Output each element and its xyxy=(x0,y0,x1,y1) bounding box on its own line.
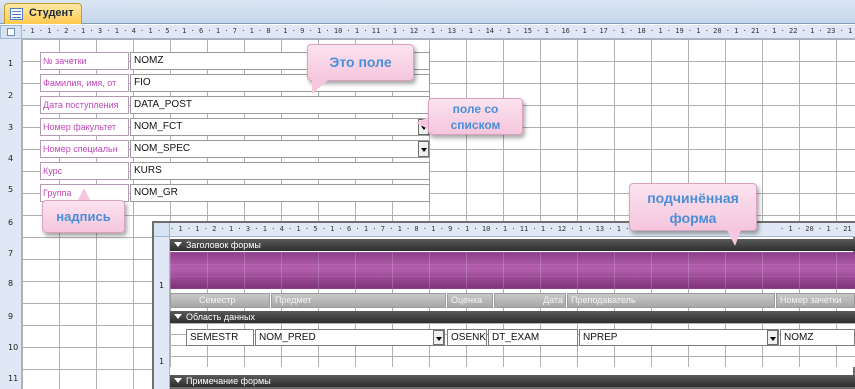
ruler-mark: 8 xyxy=(8,279,14,288)
combo-nprep[interactable]: NPREP xyxy=(579,329,779,346)
form-header-background xyxy=(170,252,855,289)
subform-selector[interactable] xyxy=(154,223,170,237)
callout-combo: поле со списком xyxy=(428,98,523,135)
section-form-footer[interactable]: Примечание формы xyxy=(170,375,855,387)
ruler-mark: 4 xyxy=(8,154,14,163)
subform-ruler-left: · 1 · 1 · 2 · 1 · 3 · 1 · 4 · 1 · 5 · 1 … xyxy=(170,225,659,233)
label-semestr[interactable]: Семестр xyxy=(170,293,270,308)
field-kurs[interactable]: KURS xyxy=(130,162,430,180)
callout-field-text: Это поле xyxy=(329,54,392,70)
field-osenka[interactable]: OSENKA xyxy=(447,329,487,346)
section-detail[interactable]: Область данных xyxy=(170,311,855,323)
combo-nom-pred[interactable]: NOM_PRED xyxy=(255,329,445,346)
callout-combo-line1: поле со xyxy=(452,102,499,116)
subform-ruler-right: · 1 · 20 · 1 · 21 · 1 · 22 xyxy=(780,223,855,235)
subform-vertical-ruler: 1 1 xyxy=(154,237,170,389)
field-semestr[interactable]: SEMESTR xyxy=(186,329,254,346)
dropdown-arrow-icon[interactable] xyxy=(433,330,444,345)
callout-tail xyxy=(78,188,90,200)
callout-subform-line1: подчинённая xyxy=(647,190,739,206)
tab-title: Студент xyxy=(29,7,74,19)
field-data-post[interactable]: DATA_POST xyxy=(130,96,430,114)
form-selector[interactable] xyxy=(0,25,22,39)
callout-field: Это поле xyxy=(307,44,414,81)
subform-control[interactable]: · 1 · 1 · 2 · 1 · 3 · 1 · 4 · 1 · 5 · 1 … xyxy=(152,221,855,389)
label-fio[interactable]: Фамилия, имя, от xyxy=(40,74,129,92)
ruler-mark: 3 xyxy=(8,123,14,132)
document-tab-bar: Студент xyxy=(0,0,855,24)
label-ocenka[interactable]: Оценка xyxy=(447,293,493,308)
label-kurs[interactable]: Курс xyxy=(40,162,129,180)
label-nom-spec[interactable]: Номер специальн xyxy=(40,140,129,158)
combo-nom-fct[interactable]: NOM_FCT xyxy=(130,118,430,136)
vertical-ruler[interactable]: 1 2 3 4 5 6 7 8 9 10 11 xyxy=(0,39,22,389)
ruler-mark: 6 xyxy=(8,218,14,227)
section-form-header[interactable]: Заголовок формы xyxy=(170,239,855,251)
ruler-mark: 10 xyxy=(8,343,19,352)
callout-tail xyxy=(312,80,328,94)
header-labels-row: Семестр Предмет Оценка Дата Преподавател… xyxy=(170,289,855,311)
label-prepodavatel[interactable]: Преподаватель xyxy=(567,293,775,308)
ruler-mark: 7 xyxy=(8,249,14,258)
tab-student-form[interactable]: Студент xyxy=(4,3,82,24)
callout-subform-line2: форма xyxy=(669,210,717,226)
callout-combo-line2: списком xyxy=(450,118,501,132)
label-data-post[interactable]: Дата поступления xyxy=(40,96,129,114)
field-nom-gr[interactable]: NOM_GR xyxy=(130,184,430,202)
field-nomz-sub[interactable]: NOMZ xyxy=(780,329,855,346)
ruler-mark: 1 xyxy=(159,281,165,290)
callout-label: надпись xyxy=(42,200,125,233)
label-nomer-zachetki[interactable]: Номер зачетки xyxy=(776,293,855,308)
label-nomz[interactable]: № зачетки xyxy=(40,52,129,70)
callout-subform: подчинённая форма xyxy=(629,183,757,231)
horizontal-ruler[interactable]: · 1 · 1 · 2 · 1 · 3 · 1 · 4 · 1 · 5 · 1 … xyxy=(22,25,855,39)
callout-label-text: надпись xyxy=(56,209,111,224)
detail-area[interactable]: SEMESTR NOM_PRED OSENKA DT_EXAM NPREP NO… xyxy=(170,323,855,367)
ruler-mark: 2 xyxy=(8,91,14,100)
combo-nom-spec[interactable]: NOM_SPEC xyxy=(130,140,430,158)
callout-tail xyxy=(727,230,741,246)
ruler-mark: 5 xyxy=(8,185,14,194)
dropdown-arrow-icon[interactable] xyxy=(418,141,429,157)
dropdown-arrow-icon[interactable] xyxy=(767,330,778,345)
ruler-mark: 1 xyxy=(159,357,165,366)
label-nom-fct[interactable]: Номер факультет xyxy=(40,118,129,136)
ruler-mark: 1 xyxy=(8,59,14,68)
ruler-mark: 9 xyxy=(8,312,14,321)
label-data[interactable]: Дата xyxy=(494,293,566,308)
label-predmet[interactable]: Предмет xyxy=(271,293,446,308)
form-icon xyxy=(10,8,23,20)
field-dt-exam[interactable]: DT_EXAM xyxy=(488,329,578,346)
ruler-mark: 11 xyxy=(8,374,19,383)
callout-tail xyxy=(416,117,428,129)
